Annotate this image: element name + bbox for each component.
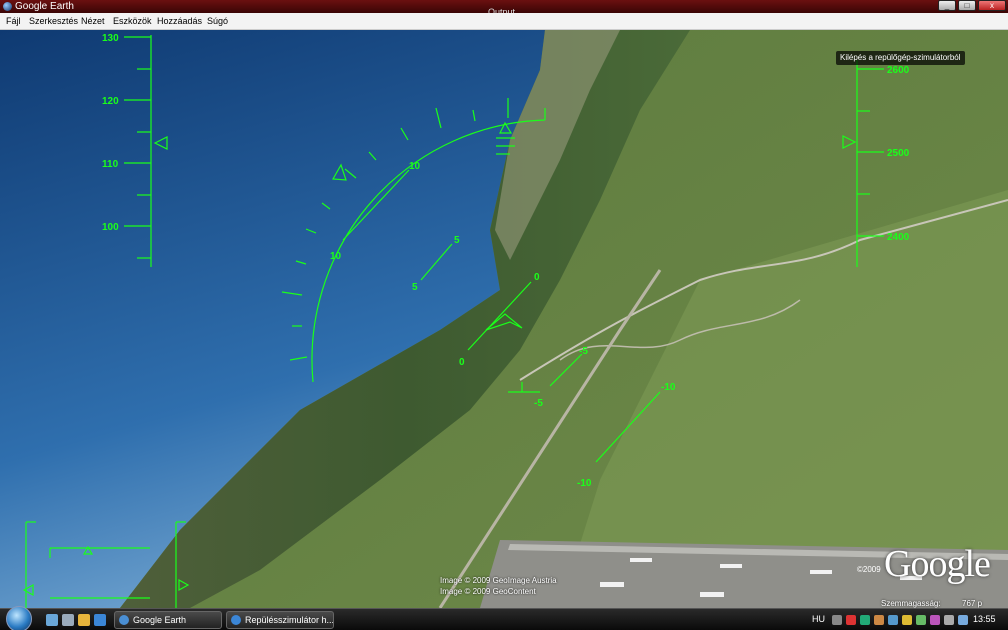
menu-tools[interactable]: Eszközök [113,13,152,30]
altitude-label: 2600 [887,65,910,76]
task-browser[interactable]: Repülésszimulátor h... [226,611,334,629]
earth-viewport[interactable]: 130 120 110 100 2600 2500 2400 10 10 5 5… [0,30,1008,608]
antivirus-icon[interactable] [916,615,926,625]
pitch-label: 10 [330,251,342,262]
google-logo: Google [884,543,991,585]
pitch-label: 10 [409,161,421,172]
task-label: Repülésszimulátor h... [245,615,334,625]
folder-icon[interactable] [78,614,90,626]
task-google-earth[interactable]: Google Earth [114,611,222,629]
power-icon[interactable] [902,615,912,625]
imagery-copyright: Image © 2009 GeoImage Austria [440,576,557,585]
close-button[interactable]: x [978,0,1006,11]
volume-icon[interactable] [944,615,954,625]
show-desktop-icon[interactable] [46,614,58,626]
speed-label: 100 [102,222,119,233]
minimize-button[interactable]: _ [938,0,956,11]
switch-windows-icon[interactable] [62,614,74,626]
menu-bar: Fájl Szerkesztés Nézet Eszközök Hozzáadá… [0,13,1008,30]
speed-label: 110 [102,159,119,170]
menu-edit[interactable]: Szerkesztés [29,13,78,30]
altitude-label: 2400 [887,232,910,243]
menu-file[interactable]: Fájl [6,13,21,30]
pitch-label: -5 [534,398,543,409]
menu-add[interactable]: Hozzáadás [157,13,202,30]
pitch-label: -5 [579,346,588,357]
taskbar: Google Earth Repülésszimulátor h... HU 1… [0,606,1008,630]
pitch-label: -10 [661,382,676,393]
flight-scene: 130 120 110 100 2600 2500 2400 10 10 5 5… [0,30,1008,608]
task-label: Google Earth [133,615,187,625]
pitch-label: 0 [534,272,540,283]
start-button[interactable] [6,606,32,630]
eye-altitude-label: Szemmagasság: [881,599,941,608]
maximize-button[interactable]: □ [958,0,976,11]
speed-label: 130 [102,33,119,44]
menu-help[interactable]: Súgó [207,13,228,30]
exit-flight-sim-link[interactable]: Kilépés a repülőgép-szimulátorból [836,51,965,65]
altitude-label: 2500 [887,148,910,159]
title-bar: Google Earth Output _ □ x [0,0,1008,17]
bluetooth-icon[interactable] [888,615,898,625]
window-title: Google Earth [15,1,74,12]
pitch-label: 5 [412,282,418,293]
pitch-label: -10 [577,478,592,489]
google-earth-icon [3,2,12,11]
messenger-icon[interactable] [930,615,940,625]
clock[interactable]: 13:55 [973,614,996,624]
pitch-label: 0 [459,357,465,368]
eye-altitude-value: 767 p [962,599,983,608]
menu-view[interactable]: Nézet [81,13,105,30]
chevron-left-icon[interactable] [832,615,842,625]
display-icon[interactable] [958,615,968,625]
language-indicator[interactable]: HU [812,614,825,624]
security-icon[interactable] [846,615,856,625]
speed-label: 120 [102,96,119,107]
update-icon[interactable] [874,615,884,625]
internet-explorer-icon[interactable] [94,614,106,626]
network-icon[interactable] [860,615,870,625]
google-earth-icon [119,615,129,625]
logo-year: ©2009 [857,565,881,574]
imagery-copyright: Image © 2009 GeoContent [440,587,536,596]
pitch-label: 5 [454,235,460,246]
internet-explorer-icon [231,615,241,625]
